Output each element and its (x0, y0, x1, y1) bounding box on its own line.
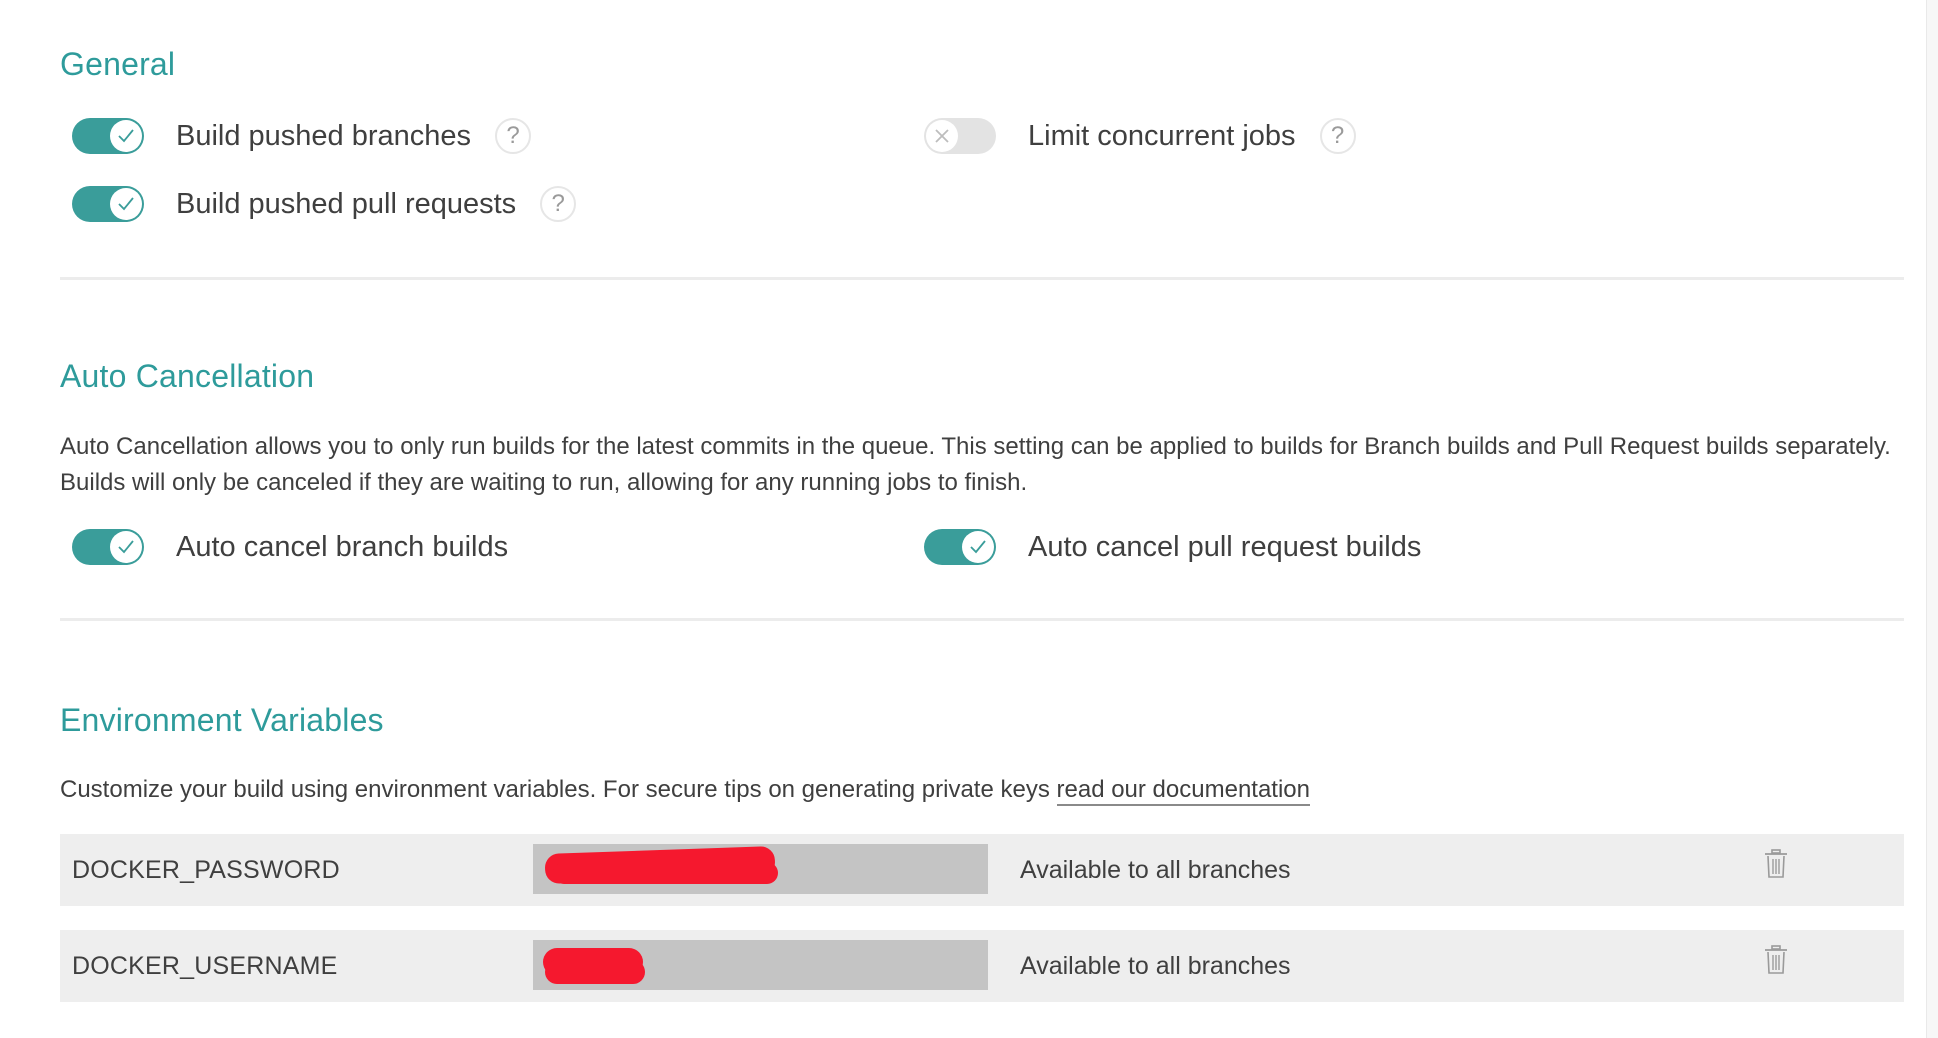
limit-concurrent-jobs-toggle[interactable] (924, 118, 996, 154)
env-var-value-field (533, 844, 988, 894)
checkmark-icon (110, 188, 142, 220)
checkmark-icon (962, 531, 994, 563)
auto-cancel-pull-request-builds-toggle[interactable] (924, 529, 996, 565)
auto-cancel-branch-builds-label: Auto cancel branch builds (176, 530, 509, 563)
limit-concurrent-jobs-label: Limit concurrent jobs (1028, 119, 1296, 152)
env-var-value-field (533, 940, 988, 990)
env-var-name: DOCKER_PASSWORD (72, 855, 340, 884)
checkmark-icon (110, 120, 142, 152)
settings-page: General Build pushed branches ? Build pu… (0, 0, 1938, 1038)
environment-variables-description-text: Customize your build using environment v… (60, 776, 1057, 803)
read-documentation-link[interactable]: read our documentation (1056, 776, 1310, 806)
auto-cancel-pull-request-builds-label: Auto cancel pull request builds (1028, 530, 1422, 563)
build-pushed-pull-requests-toggle[interactable] (72, 186, 144, 222)
environment-variables-description: Customize your build using environment v… (60, 772, 1904, 808)
scrollbar[interactable] (1926, 0, 1938, 1038)
environment-variables-section-title: Environment Variables (60, 702, 384, 738)
env-var-availability: Available to all branches (1020, 951, 1291, 980)
trash-icon[interactable] (1760, 846, 1792, 882)
setting-limit-concurrent-jobs: Limit concurrent jobs ? (912, 116, 1356, 156)
redacted-value (545, 960, 645, 984)
question-mark-icon[interactable]: ? (495, 118, 532, 154)
build-pushed-pull-requests-label: Build pushed pull requests (176, 187, 517, 220)
auto-cancel-branch-builds-toggle[interactable] (72, 529, 144, 565)
checkmark-icon (110, 531, 142, 563)
setting-build-pushed-pull-requests: Build pushed pull requests ? (60, 184, 577, 224)
section-divider (60, 277, 1904, 280)
general-section-title: General (60, 46, 176, 82)
question-mark-icon[interactable]: ? (540, 186, 577, 222)
trash-icon[interactable] (1760, 942, 1792, 978)
build-pushed-branches-label: Build pushed branches (176, 119, 472, 152)
auto-cancellation-section-title: Auto Cancellation (60, 358, 315, 394)
env-var-row: DOCKER_PASSWORD Available to all branche… (60, 834, 1904, 906)
env-var-name: DOCKER_USERNAME (72, 951, 338, 980)
build-pushed-branches-toggle[interactable] (72, 118, 144, 154)
setting-auto-cancel-branch-builds: Auto cancel branch builds (60, 527, 508, 567)
auto-cancellation-description: Auto Cancellation allows you to only run… (60, 433, 1891, 496)
redacted-value (553, 862, 778, 884)
x-icon (926, 120, 958, 152)
env-var-row: DOCKER_USERNAME Available to all branche… (60, 930, 1904, 1002)
section-divider (60, 618, 1904, 621)
setting-auto-cancel-pull-request-builds: Auto cancel pull request builds (912, 527, 1421, 567)
question-mark-icon[interactable]: ? (1319, 118, 1356, 154)
env-var-availability: Available to all branches (1020, 855, 1291, 884)
setting-build-pushed-branches: Build pushed branches ? (60, 116, 532, 156)
